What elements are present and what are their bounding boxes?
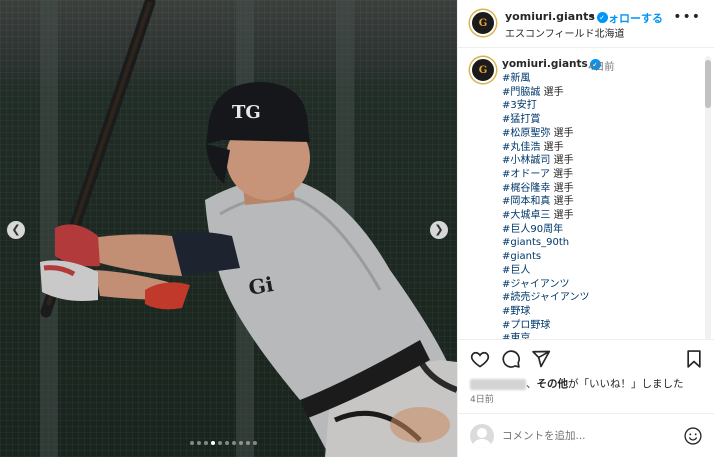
hashtag-item: #岡本和真 選手: [502, 195, 702, 209]
carousel-dot: [190, 441, 194, 445]
hashtag-suffix: 選手: [540, 86, 564, 98]
hashtag-link[interactable]: #giants_90th: [502, 237, 569, 248]
hashtag-suffix: 選手: [550, 182, 574, 194]
carousel-dot: [197, 441, 201, 445]
hashtag-link[interactable]: #3安打: [502, 100, 537, 111]
hashtag-link[interactable]: #松原聖弥: [502, 128, 550, 139]
hashtag-item: #小林誠司 選手: [502, 154, 702, 168]
hashtag-link[interactable]: #読売ジャイアンツ: [502, 292, 589, 303]
post-photo[interactable]: TG Gi ❮ ❯: [0, 0, 457, 457]
caption-scrollbar[interactable]: [705, 56, 711, 340]
hashtag-link[interactable]: #丸佳浩: [502, 142, 540, 153]
hashtag-item: #ジャイアンツ: [502, 278, 702, 292]
carousel-next-button[interactable]: ❯: [430, 221, 448, 239]
hashtag-suffix: 選手: [550, 196, 574, 208]
share-icon[interactable]: [531, 349, 551, 369]
hashtag-item: #giants: [502, 250, 702, 264]
comment-icon[interactable]: [501, 349, 521, 369]
carousel-indicator: [190, 441, 257, 445]
likes-others[interactable]: その他: [537, 378, 569, 390]
helmet-logo: TG: [232, 102, 261, 123]
user-avatar: [470, 424, 494, 448]
jersey-letters: Gi: [247, 272, 276, 300]
post-details-panel: G yomiuri.giants ✓ • フォローする エスコンフィールド北海道 …: [457, 0, 714, 457]
hashtag-link[interactable]: #梶谷隆幸: [502, 183, 550, 194]
carousel-dot: [204, 441, 208, 445]
hashtag-link[interactable]: #ジャイアンツ: [502, 279, 569, 290]
carousel-dot: [239, 441, 243, 445]
hashtag-link[interactable]: #オドーア: [502, 169, 550, 180]
hashtag-link[interactable]: #岡本和真: [502, 196, 550, 207]
hashtag-suffix: 選手: [550, 127, 574, 139]
carousel-dot: [232, 441, 236, 445]
account-avatar[interactable]: G: [470, 10, 496, 36]
hashtag-link[interactable]: #プロ野球: [502, 320, 550, 331]
post-date: 4日前: [470, 395, 494, 405]
hashtag-link[interactable]: #新風: [502, 73, 530, 84]
carousel-dot: [211, 441, 215, 445]
batter-illustration: TG Gi: [40, 0, 457, 457]
carousel-dot: [218, 441, 222, 445]
post-header: G yomiuri.giants ✓ • フォローする エスコンフィールド北海道 …: [458, 0, 714, 48]
hashtag-item: #大城卓三 選手: [502, 209, 702, 223]
scrollbar-thumb[interactable]: [705, 60, 711, 108]
follow-button[interactable]: フォローする: [597, 10, 663, 26]
hashtag-item: #巨人90周年: [502, 223, 702, 237]
hashtag-link[interactable]: #巨人: [502, 265, 530, 276]
heart-icon[interactable]: [470, 349, 490, 369]
likes-text: が「いいね！」しました: [568, 378, 684, 390]
post-caption: G yomiuri.giants ✓ 4日前 #新風 #門脇誠 選手 #3安打 #猛打賞…: [458, 49, 714, 339]
hashtag-link[interactable]: #猛打賞: [502, 114, 540, 125]
caption-timestamp: 4日前: [588, 62, 615, 73]
hashtag-suffix: 選手: [540, 141, 564, 153]
likes-prefix: 、: [526, 378, 537, 390]
more-options-icon[interactable]: •••: [673, 9, 701, 25]
hashtag-suffix: 選手: [549, 168, 574, 180]
carousel-dot: [246, 441, 250, 445]
hashtag-link[interactable]: #野球: [502, 306, 530, 317]
hashtag-suffix: 選手: [550, 155, 574, 167]
forearm: [92, 234, 182, 276]
hashtag-item: #門脇誠 選手: [502, 86, 702, 100]
carousel-dot: [253, 441, 257, 445]
hashtag-link[interactable]: #小林誠司: [502, 155, 550, 166]
hashtag-item: #松原聖弥 選手: [502, 127, 702, 141]
post-location[interactable]: エスコンフィールド北海道: [505, 25, 625, 40]
carousel-dot: [225, 441, 229, 445]
smiley-icon[interactable]: [683, 426, 703, 446]
hashtag-link[interactable]: #大城卓三: [502, 210, 550, 221]
hashtag-item: #プロ野球: [502, 319, 702, 333]
hashtag-item: #giants_90th: [502, 236, 702, 250]
comment-bar: [458, 413, 714, 457]
hashtag-list: #新風 #門脇誠 選手 #3安打 #猛打賞 #松原聖弥 選手 #丸佳浩 選手 #小林誠司 選…: [502, 72, 702, 339]
hashtag-item: #猛打賞: [502, 113, 702, 127]
hashtag-suffix: 選手: [550, 210, 574, 222]
undersleeve: [170, 231, 240, 276]
caption-avatar[interactable]: G: [470, 57, 496, 83]
header-separator: •: [589, 10, 596, 23]
caption-username[interactable]: yomiuri.giants ✓: [502, 58, 601, 70]
hashtag-item: #梶谷隆幸 選手: [502, 182, 702, 196]
hashtag-link[interactable]: #giants: [502, 251, 541, 262]
bookmark-icon[interactable]: [684, 349, 704, 369]
hashtag-item: #新風: [502, 72, 702, 86]
comment-input[interactable]: [502, 427, 672, 445]
hashtag-item: #丸佳浩 選手: [502, 141, 702, 155]
hashtag-item: #野球: [502, 305, 702, 319]
likes-summary[interactable]: 、その他が「いいね！」しました: [470, 376, 684, 391]
hashtag-item: #読売ジャイアンツ: [502, 291, 702, 305]
hashtag-item: #オドーア 選手: [502, 168, 702, 182]
hashtag-item: #東京: [502, 332, 702, 339]
hashtag-item: #3安打: [502, 99, 702, 113]
liker-avatar-blurred: [470, 378, 526, 390]
hashtag-link[interactable]: #門脇誠: [502, 87, 540, 98]
hashtag-link[interactable]: #巨人90周年: [502, 224, 563, 235]
hashtag-item: #巨人: [502, 264, 702, 278]
carousel-prev-button[interactable]: ❮: [7, 221, 25, 239]
